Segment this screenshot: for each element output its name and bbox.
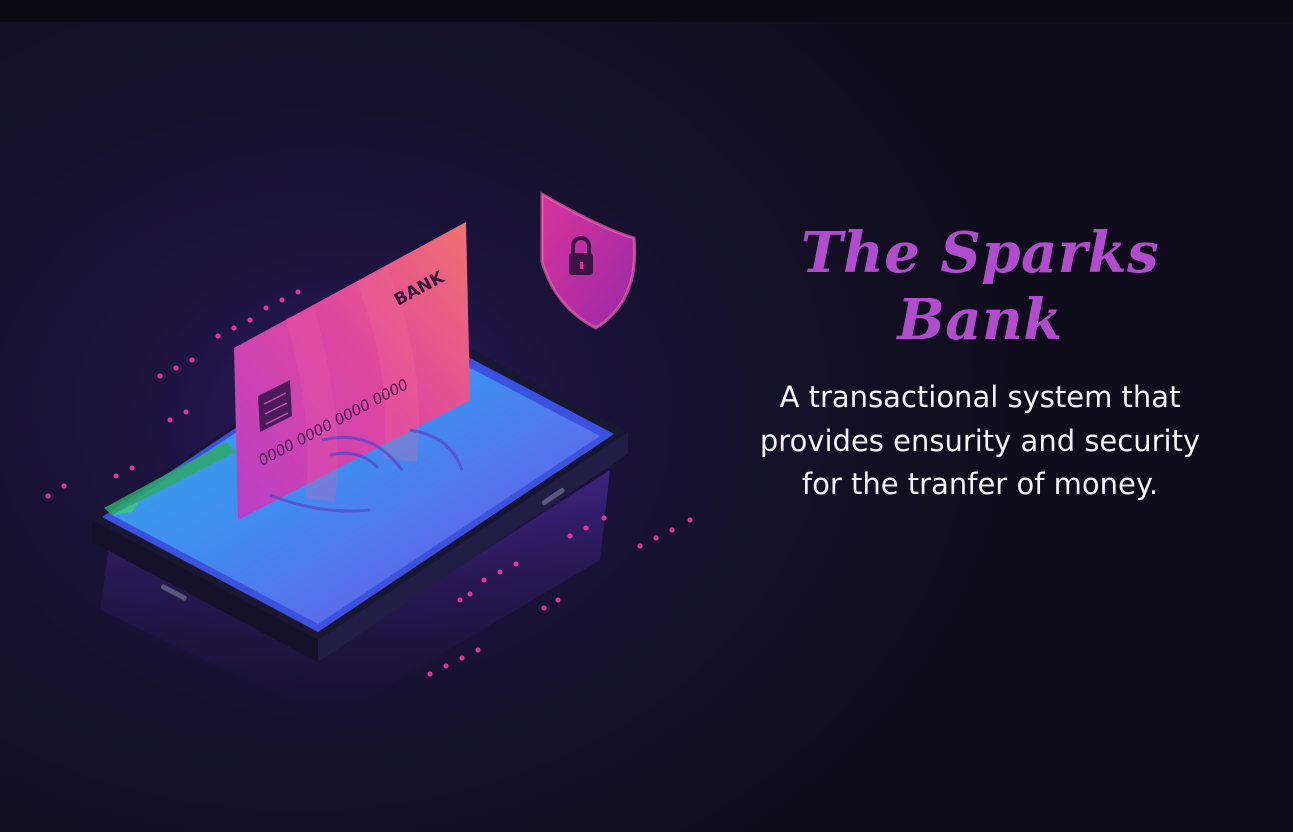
hero-banner: BANK 0000 0000 0000 0000 The Sparks Bank… <box>0 0 1293 832</box>
hero-title: The Sparks Bank <box>800 220 1160 354</box>
hero-text-block: The Sparks Bank A transactional system t… <box>730 220 1230 507</box>
hero-description: A transactional system that provides ens… <box>759 380 1201 502</box>
shield-lock-icon <box>540 191 637 330</box>
payment-illustration: BANK 0000 0000 0000 0000 <box>45 191 693 720</box>
